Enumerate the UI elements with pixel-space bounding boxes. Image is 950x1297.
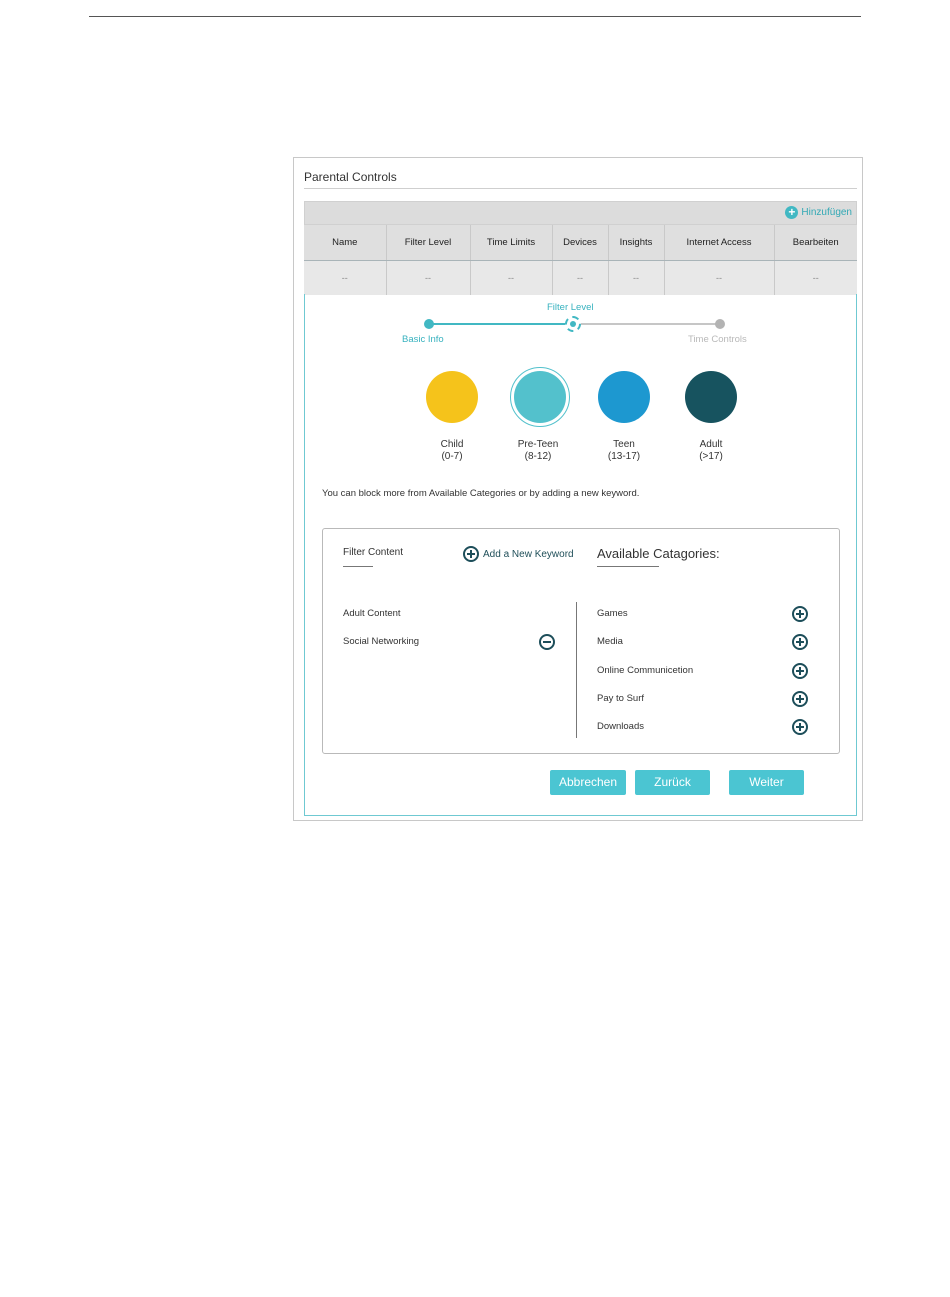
next-button[interactable]: Weiter bbox=[729, 770, 804, 795]
step-label-time-controls: Time Controls bbox=[688, 334, 747, 345]
level-name: Pre-Teen bbox=[517, 439, 559, 450]
blocked-item-adult-content: Adult Content bbox=[343, 608, 401, 619]
add-keyword-label: Add a New Keyword bbox=[483, 548, 574, 560]
level-range: (13-17) bbox=[607, 451, 641, 462]
available-categories-title: Available Catagories: bbox=[597, 546, 720, 561]
table-cell: -- bbox=[386, 260, 471, 295]
column-header-insights[interactable]: Insights bbox=[608, 225, 665, 261]
profiles-table-container: + Hinzufügen Name Filter Level Time Limi… bbox=[304, 201, 857, 295]
column-header-name[interactable]: Name bbox=[304, 225, 387, 261]
remove-social-networking-minus-icon[interactable] bbox=[539, 634, 555, 650]
title-divider bbox=[304, 188, 857, 189]
page-header-rule bbox=[89, 16, 861, 17]
column-divider bbox=[576, 602, 577, 738]
column-header-time-limits[interactable]: Time Limits bbox=[470, 225, 553, 261]
level-adult-option[interactable] bbox=[685, 371, 737, 423]
table-header-row: Name Filter Level Time Limits Devices In… bbox=[304, 225, 857, 261]
level-teen-label: Teen (13-17) bbox=[584, 439, 664, 463]
filter-content-box: Filter Content Add a New Keyword Availab… bbox=[322, 528, 840, 754]
level-range: (>17) bbox=[699, 451, 723, 462]
step-dot-time-controls[interactable] bbox=[715, 319, 725, 329]
level-name: Adult bbox=[699, 439, 723, 450]
table-cell: -- bbox=[608, 260, 665, 295]
filter-content-title: Filter Content bbox=[343, 547, 404, 558]
add-pay-to-surf-plus-icon[interactable] bbox=[792, 691, 808, 707]
available-item-media: Media bbox=[597, 636, 623, 647]
stepper-track-done bbox=[429, 323, 574, 325]
level-preteen-option[interactable] bbox=[510, 367, 570, 427]
level-teen-option[interactable] bbox=[598, 371, 650, 423]
level-child-option[interactable] bbox=[426, 371, 478, 423]
table-cell: -- bbox=[774, 260, 857, 295]
plus-circle-icon: + bbox=[785, 206, 799, 219]
level-name: Teen bbox=[613, 439, 635, 450]
level-preteen-fill bbox=[514, 371, 566, 423]
table-toolbar: + Hinzufügen bbox=[304, 201, 857, 225]
add-keyword-button[interactable]: Add a New Keyword bbox=[463, 546, 574, 562]
level-name: Child bbox=[440, 439, 464, 450]
blocked-item-social-networking: Social Networking bbox=[343, 636, 420, 647]
step-dot-basic-info[interactable] bbox=[424, 319, 434, 329]
available-item-downloads: Downloads bbox=[597, 721, 644, 732]
add-downloads-plus-icon[interactable] bbox=[792, 719, 808, 735]
step-label-filter-level: Filter Level bbox=[547, 302, 594, 313]
available-item-pay-to-surf: Pay to Surf bbox=[597, 693, 644, 704]
add-games-plus-icon[interactable] bbox=[792, 606, 808, 622]
level-range: (8-12) bbox=[524, 451, 552, 462]
table-row: -- -- -- -- -- -- -- bbox=[304, 260, 857, 295]
column-header-internet-access[interactable]: Internet Access bbox=[664, 225, 775, 261]
step-dot-filter-level[interactable] bbox=[565, 316, 581, 332]
profile-wizard: Filter Level Basic Info Time Controls Ch… bbox=[304, 294, 857, 816]
add-online-communication-plus-icon[interactable] bbox=[792, 663, 808, 679]
cancel-button[interactable]: Abbrechen bbox=[550, 770, 626, 795]
level-adult-label: Adult (>17) bbox=[671, 439, 751, 463]
column-header-filter-level[interactable]: Filter Level bbox=[386, 225, 471, 261]
available-item-games: Games bbox=[597, 608, 628, 619]
table-cell: -- bbox=[304, 260, 387, 295]
step-label-basic-info: Basic Info bbox=[402, 334, 444, 345]
table-cell: -- bbox=[470, 260, 553, 295]
add-profile-label: Hinzufügen bbox=[801, 207, 852, 218]
plus-circle-icon bbox=[463, 546, 479, 562]
stepper-track-pending bbox=[574, 323, 721, 325]
panel-title: Parental Controls bbox=[304, 170, 397, 184]
level-range: (0-7) bbox=[441, 451, 463, 462]
profiles-table: Name Filter Level Time Limits Devices In… bbox=[304, 225, 857, 295]
available-categories-underline bbox=[597, 566, 659, 567]
available-item-online-communication: Online Communicetion bbox=[597, 665, 694, 676]
table-cell: -- bbox=[552, 260, 609, 295]
parental-controls-panel: Parental Controls + Hinzufügen Name Filt… bbox=[293, 157, 863, 821]
level-preteen-label: Pre-Teen (8-12) bbox=[498, 439, 578, 463]
level-child-label: Child (0-7) bbox=[412, 439, 492, 463]
column-header-devices[interactable]: Devices bbox=[552, 225, 609, 261]
column-header-edit[interactable]: Bearbeiten bbox=[774, 225, 857, 261]
add-profile-button[interactable]: + Hinzufügen bbox=[785, 206, 852, 219]
filter-content-underline bbox=[343, 566, 373, 567]
back-button[interactable]: Zurück bbox=[635, 770, 710, 795]
current-step-marker bbox=[570, 321, 576, 327]
table-cell: -- bbox=[664, 260, 775, 295]
add-media-plus-icon[interactable] bbox=[792, 634, 808, 650]
filter-hint-text: You can block more from Available Catego… bbox=[322, 488, 640, 499]
